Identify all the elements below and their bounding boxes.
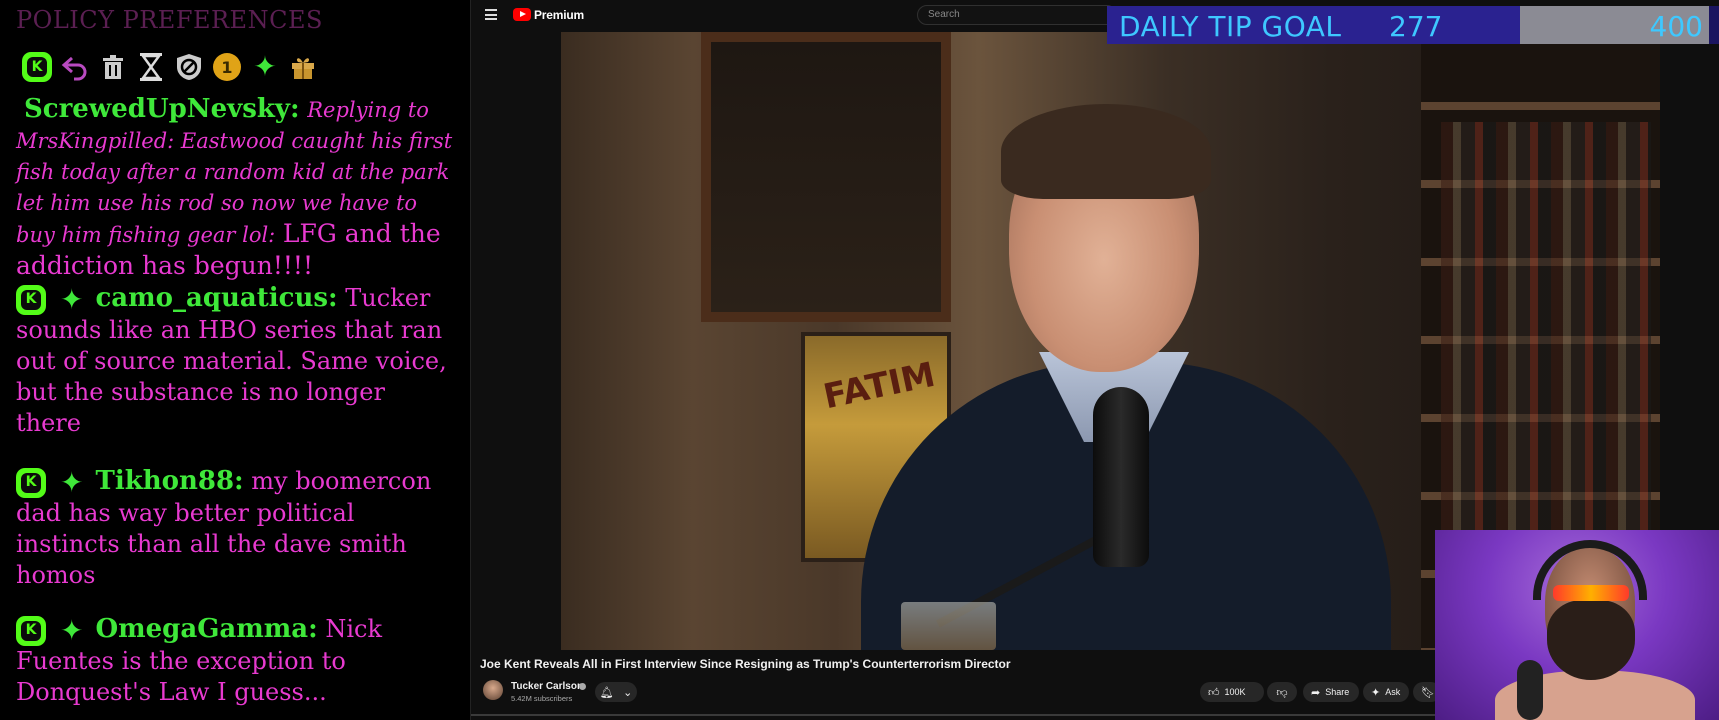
sparkle-icon: ✦	[60, 465, 84, 499]
video-title[interactable]: Joe Kent Reveals All in First Interview …	[480, 657, 1011, 671]
chat-overlay: POLICY PREFERENCES K 1 ✦ ScrewedUpNevsky…	[0, 0, 470, 720]
one-month-badge-icon: 1	[212, 52, 242, 82]
youtube-premium-brand[interactable]: Premium	[534, 8, 584, 22]
streamer-microphone	[1517, 660, 1543, 720]
chat-message: K ✦ OmegaGamma: Nick Fuentes is the exce…	[16, 614, 456, 708]
dislike-button[interactable]: 👎︎	[1267, 682, 1297, 702]
tip-goal-target: 400	[1649, 10, 1703, 43]
tip-goal-bar: DAILY TIP GOAL 277 400	[1107, 6, 1719, 44]
streamer-webcam	[1435, 530, 1719, 720]
ask-button[interactable]: ✦ Ask	[1363, 682, 1409, 702]
gift-icon	[288, 52, 318, 82]
chat-title: POLICY PREFERENCES	[16, 6, 323, 34]
verified-icon	[579, 683, 586, 690]
headphones-icon	[1533, 540, 1647, 600]
share-label: Share	[1325, 687, 1350, 697]
subscriber-count: 5.42M subscribers	[511, 694, 573, 703]
ban-icon[interactable]	[174, 52, 204, 82]
ask-label: Ask	[1385, 687, 1401, 697]
channel-name[interactable]: Tucker Carlson	[511, 681, 583, 692]
chat-message: K ✦ Tikhon88: my boomercon dad has way b…	[16, 466, 456, 591]
tip-goal-label: DAILY TIP GOAL	[1119, 10, 1342, 43]
thumbs-down-icon: 👎︎	[1276, 685, 1288, 699]
chat-badge-row: K 1 ✦	[22, 52, 318, 82]
subscribe-bell-button[interactable]: 🔔︎ ⌄	[595, 682, 637, 702]
chat-message: K ✦ camo_aquaticus: Tucker sounds like a…	[16, 283, 456, 439]
kick-badge-icon: K	[16, 467, 46, 498]
chat-username: camo_aquaticus:	[95, 283, 338, 313]
like-button[interactable]: 👍︎ 100K	[1200, 682, 1264, 702]
sparkle-icon: ✦	[60, 613, 84, 647]
chat-username: Tikhon88:	[95, 466, 244, 496]
chevron-down-icon: ⌄	[623, 685, 633, 699]
youtube-logo-icon[interactable]	[513, 8, 531, 21]
like-count: 100K	[1224, 687, 1246, 697]
hourglass-icon[interactable]	[136, 52, 166, 82]
kick-badge-icon: K	[16, 284, 46, 315]
water-glass	[901, 602, 996, 650]
thumbs-up-icon: 👍︎	[1208, 685, 1220, 699]
sparkle-icon: ✦	[253, 50, 277, 83]
channel-avatar[interactable]	[483, 680, 503, 700]
tip-goal-current: 277	[1389, 10, 1443, 43]
share-icon: ➦	[1311, 685, 1321, 699]
trash-icon[interactable]	[98, 52, 128, 82]
bell-icon: 🔔︎	[599, 685, 614, 699]
host-hair	[1001, 104, 1211, 199]
chat-username: ScrewedUpNevsky:	[24, 94, 300, 124]
sparkle-icon: ✦	[60, 282, 84, 316]
streamer-beard	[1547, 600, 1635, 680]
bookmark-icon: 🔖︎	[1421, 685, 1435, 699]
sparkle-icon: ✦	[1371, 685, 1381, 699]
reply-icon[interactable]	[60, 52, 90, 82]
hamburger-menu-icon[interactable]	[485, 9, 497, 20]
share-button[interactable]: ➦ Share	[1303, 682, 1359, 702]
kick-badge-icon: K	[16, 615, 46, 646]
books	[1441, 122, 1651, 542]
kick-badge-icon: K	[22, 52, 52, 82]
chat-message: ScrewedUpNevsky: Replying to MrsKingpill…	[16, 94, 456, 282]
wall-picture-frame	[701, 32, 951, 322]
search-input[interactable]: Search	[917, 5, 1117, 25]
microphone	[1093, 387, 1149, 567]
chat-username: OmegaGamma:	[95, 614, 318, 644]
